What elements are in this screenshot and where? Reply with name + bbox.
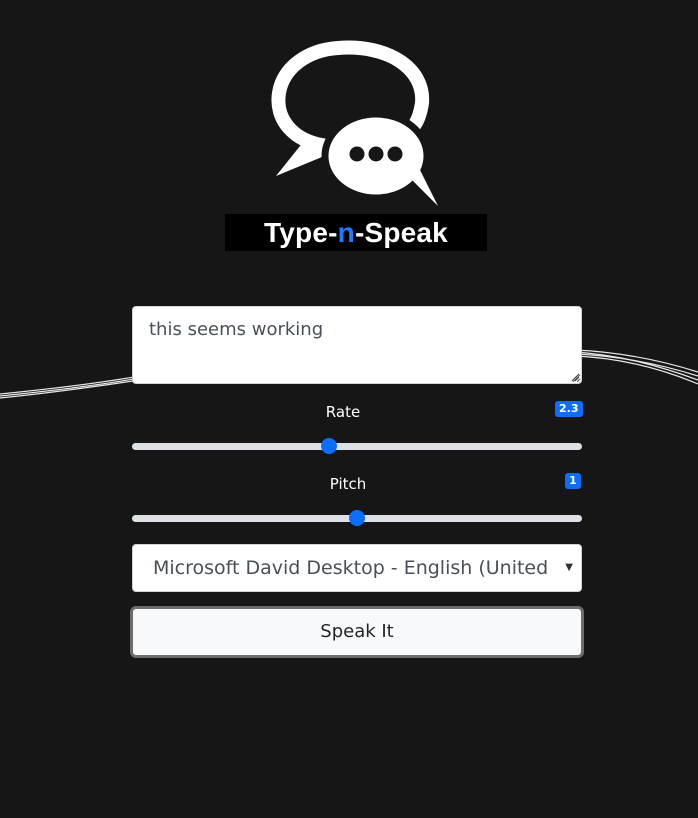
brand-part-speak: -Speak <box>354 216 448 248</box>
brand-part-n: n <box>337 216 355 248</box>
voice-select-value: Microsoft David Desktop - English (Unite… <box>153 557 547 579</box>
app-page: Type-n -Speak this seems working Rate 2.3… <box>0 0 698 818</box>
brand-part-type: Type- <box>264 216 338 248</box>
pitch-slider[interactable] <box>132 510 582 526</box>
rate-slider-track <box>132 443 582 450</box>
brand-wordmark: Type-n -Speak <box>225 214 487 251</box>
pitch-label: Pitch <box>329 475 367 493</box>
caret-down-icon: ▼ <box>565 562 573 573</box>
speech-bubbles-icon <box>271 40 438 206</box>
pitch-value-badge: 1 <box>565 473 581 489</box>
pitch-slider-thumb[interactable] <box>349 510 365 526</box>
voice-select[interactable]: Microsoft David Desktop - English (Unite… <box>132 544 582 592</box>
rate-label: Rate <box>325 403 361 421</box>
rate-slider[interactable] <box>132 438 582 454</box>
text-input[interactable]: this seems working <box>132 306 582 384</box>
resize-grip-icon[interactable] <box>570 372 580 382</box>
rate-value-badge: 2.3 <box>555 401 583 417</box>
speak-button[interactable]: Speak It <box>130 606 584 658</box>
rate-slider-thumb[interactable] <box>320 438 337 454</box>
